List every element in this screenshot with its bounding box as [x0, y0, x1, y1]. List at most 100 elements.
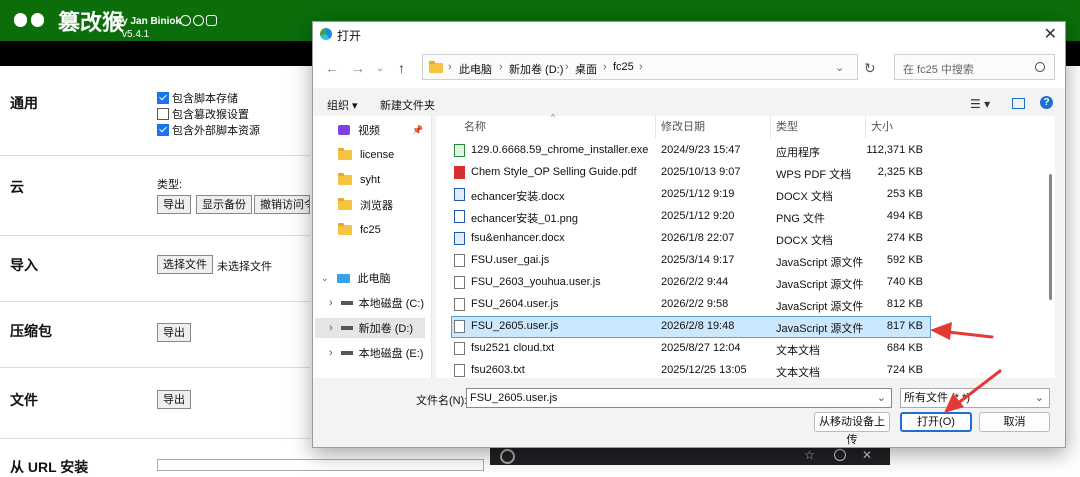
- sidebar-item-label: 本地磁盘 (E:): [358, 348, 424, 360]
- file-row[interactable]: FSU_2603_youhua.user.js 2026/2/2 9:44 Ja…: [451, 272, 931, 294]
- checkbox-include-settings[interactable]: 包含篡改猴设置: [157, 106, 249, 122]
- section-title: 文件: [10, 392, 38, 408]
- sidebar-item-label: syht: [360, 174, 381, 186]
- breadcrumb-item[interactable]: 桌面: [575, 61, 597, 77]
- forward-arrow-icon[interactable]: →: [351, 60, 365, 76]
- expand-chevron-icon[interactable]: ›: [329, 347, 333, 359]
- address-bar[interactable]: › 此电脑 › 新加卷 (D:) › 桌面 › fc25 › ⌄: [422, 54, 858, 80]
- file-row[interactable]: fsu2521 cloud.txt 2025/8/27 12:04 文本文档 6…: [451, 338, 931, 360]
- up-arrow-icon[interactable]: ↑: [398, 60, 405, 76]
- view-options-icon[interactable]: ☰ ▾: [970, 97, 990, 111]
- sidebar-item-label: license: [360, 149, 395, 161]
- file-row[interactable]: fsu&enhancer.docx 2026/1/8 22:07 DOCX 文档…: [451, 228, 931, 250]
- recent-chevron-icon[interactable]: ⌄: [376, 63, 384, 74]
- breadcrumb-item[interactable]: 新加卷 (D:): [509, 61, 563, 77]
- new-folder-button[interactable]: 新建文件夹: [380, 97, 435, 113]
- folder-icon: [338, 148, 352, 160]
- filetype-select[interactable]: 所有文件 (*.*) ⌄: [900, 388, 1050, 408]
- column-header-type[interactable]: 类型: [776, 116, 798, 138]
- file-row[interactable]: 129.0.6668.59_chrome_installer.exe 2024/…: [451, 140, 931, 162]
- organize-menu[interactable]: 组织 ▾: [327, 97, 358, 113]
- section-import: 导入 选择文件 未选择文件: [0, 236, 310, 302]
- script-file-icon: [454, 320, 465, 333]
- file-row[interactable]: Chem Style_OP Selling Guide.pdf 2025/10/…: [451, 162, 931, 184]
- github-icon[interactable]: [180, 15, 191, 26]
- sidebar-item-drive-e[interactable]: › 本地磁盘 (E:): [329, 343, 423, 363]
- file-date: 2025/3/14 9:17: [661, 254, 735, 266]
- tools-icon[interactable]: ✕: [862, 448, 872, 462]
- expand-chevron-icon[interactable]: ⌄: [321, 273, 329, 284]
- sidebar-item-drive-d[interactable]: › 新加卷 (D:): [315, 318, 425, 338]
- clock-icon[interactable]: [834, 449, 846, 461]
- file-row[interactable]: FSU.user_gai.js 2025/3/14 9:17 JavaScrip…: [451, 250, 931, 272]
- filename-input[interactable]: FSU_2605.user.js ⌄: [466, 388, 892, 408]
- file-row[interactable]: fsu2603.txt 2025/12/25 13:05 文本文档 724 KB: [451, 360, 931, 378]
- column-header-date[interactable]: 修改日期: [661, 116, 705, 138]
- checkbox-unchecked-icon[interactable]: [157, 108, 169, 120]
- file-type: WPS PDF 文档: [776, 169, 852, 181]
- scrollbar-thumb[interactable]: [1049, 174, 1052, 300]
- file-size: 592 KB: [886, 254, 923, 266]
- sidebar-item-browser[interactable]: 浏览器: [338, 195, 393, 215]
- column-divider[interactable]: [770, 116, 771, 138]
- column-divider[interactable]: [655, 116, 656, 138]
- section-title: 云: [10, 179, 24, 195]
- upload-from-mobile-button[interactable]: 从移动设备上传: [814, 412, 890, 446]
- refresh-icon[interactable]: [500, 449, 515, 464]
- section-file: 文件 导出: [0, 368, 310, 439]
- refresh-icon[interactable]: ↻: [864, 60, 876, 77]
- search-input[interactable]: 在 fc25 中搜索: [894, 54, 1055, 80]
- open-button[interactable]: 打开(O): [900, 412, 972, 432]
- file-name: fsu2521 cloud.txt: [471, 342, 555, 354]
- preview-pane-icon[interactable]: [1012, 98, 1025, 109]
- close-icon[interactable]: ✕: [1044, 24, 1057, 44]
- checkbox-include-resources[interactable]: 包含外部脚本资源: [157, 122, 260, 138]
- app-title: 篡改猴: [58, 11, 125, 36]
- star-icon[interactable]: ☆: [804, 448, 815, 462]
- text-file-icon: [454, 342, 465, 355]
- file-row[interactable]: echancer安装_01.png 2025/1/12 9:20 PNG 文件 …: [451, 206, 931, 228]
- sidebar-item-fc25[interactable]: fc25: [338, 220, 381, 240]
- zip-export-button[interactable]: 导出: [157, 323, 191, 342]
- chevron-down-icon[interactable]: ⌄: [877, 389, 886, 407]
- checkbox-checked-icon[interactable]: [157, 124, 169, 136]
- checkbox-checked-icon[interactable]: [157, 92, 169, 104]
- breadcrumb-separator-icon: ›: [565, 61, 569, 73]
- address-dropdown-icon[interactable]: ⌄: [835, 61, 844, 74]
- expand-chevron-icon[interactable]: ›: [329, 322, 333, 334]
- help-icon[interactable]: ?: [1040, 96, 1053, 109]
- sidebar-item-this-pc[interactable]: ⌄ 此电脑: [321, 268, 391, 288]
- file-row[interactable]: echancer安装.docx 2025/1/12 9:19 DOCX 文档 2…: [451, 184, 931, 206]
- section-cloud: 云 类型: 导出 显示备份 撤销访问令: [0, 156, 310, 236]
- instagram-icon[interactable]: [206, 15, 217, 26]
- file-row-selected[interactable]: FSU_2605.user.js 2026/2/8 19:48 JavaScri…: [451, 316, 931, 338]
- file-row[interactable]: FSU_2604.user.js 2026/2/2 9:58 JavaScrip…: [451, 294, 931, 316]
- section-title: 压缩包: [10, 323, 52, 339]
- sidebar-item-drive-c[interactable]: › 本地磁盘 (C:): [329, 293, 424, 313]
- sidebar-item-syht[interactable]: syht: [338, 170, 380, 190]
- pin-icon: 📌: [412, 124, 424, 135]
- app-author: by Jan Biniok: [116, 16, 182, 27]
- chevron-down-icon[interactable]: ⌄: [1035, 389, 1044, 407]
- back-arrow-icon[interactable]: ←: [325, 60, 339, 76]
- file-type: 文本文档: [776, 345, 820, 357]
- column-header-name[interactable]: 名称: [464, 116, 486, 138]
- revoke-access-button[interactable]: 撤销访问令: [254, 195, 310, 214]
- url-input[interactable]: [157, 459, 484, 471]
- bottom-toolbar: ☆ ✕: [490, 448, 890, 465]
- sidebar-item-videos[interactable]: 视频 📌: [338, 120, 423, 140]
- choose-file-button[interactable]: 选择文件: [157, 255, 213, 274]
- breadcrumb-item[interactable]: fc25: [613, 61, 634, 73]
- facebook-icon[interactable]: [193, 15, 204, 26]
- file-export-button[interactable]: 导出: [157, 390, 191, 409]
- cloud-export-button[interactable]: 导出: [157, 195, 191, 214]
- expand-chevron-icon[interactable]: ›: [329, 297, 333, 309]
- search-icon[interactable]: [1035, 62, 1045, 72]
- sidebar-item-license[interactable]: license: [338, 145, 394, 165]
- checkbox-include-storage[interactable]: 包含脚本存储: [157, 90, 238, 106]
- column-divider[interactable]: [865, 116, 866, 138]
- column-header-size[interactable]: 大小: [871, 116, 893, 138]
- breadcrumb-item[interactable]: 此电脑: [459, 61, 492, 77]
- cancel-button[interactable]: 取消: [979, 412, 1050, 432]
- show-backup-button[interactable]: 显示备份: [196, 195, 252, 214]
